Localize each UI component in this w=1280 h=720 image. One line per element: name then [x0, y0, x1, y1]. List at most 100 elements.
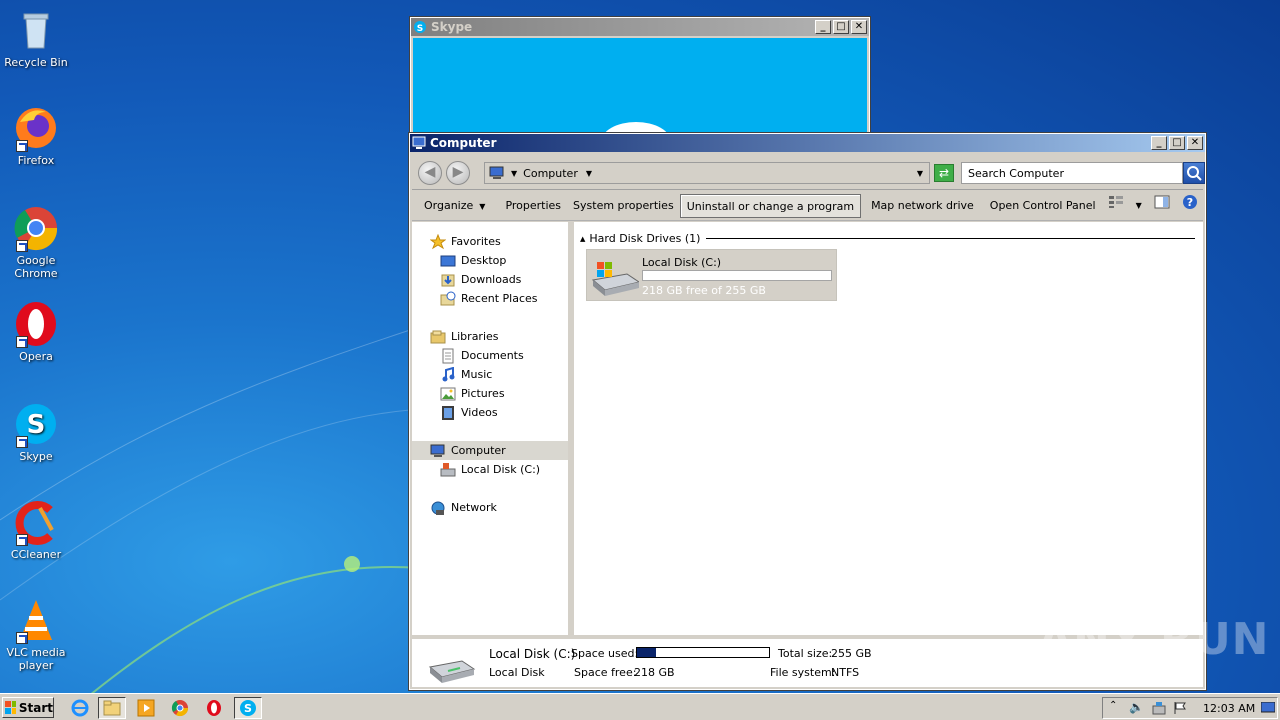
taskbar-chrome[interactable] — [166, 697, 194, 719]
taskbar-media-player[interactable] — [132, 697, 160, 719]
nav-pictures[interactable]: Pictures — [440, 384, 505, 403]
space-used-bar — [636, 647, 770, 658]
collapse-icon[interactable]: ▲ — [580, 235, 585, 243]
desktop-icon-skype[interactable]: S Skype — [0, 400, 72, 463]
breadcrumb[interactable]: Computer — [523, 167, 578, 180]
nav-label: Pictures — [461, 387, 505, 400]
minimize-button[interactable]: _ — [1151, 136, 1167, 150]
space-used-fill — [637, 648, 657, 657]
computer-icon — [430, 444, 445, 457]
maximize-button[interactable]: □ — [1169, 136, 1185, 150]
nav-favorites[interactable]: Favorites — [430, 232, 501, 251]
chrome-icon — [171, 700, 189, 717]
maximize-button[interactable]: □ — [833, 20, 849, 34]
nav-label: Favorites — [451, 235, 501, 248]
back-button[interactable]: ◀ — [418, 161, 442, 185]
refresh-button[interactable]: ⇄ — [934, 164, 954, 182]
show-hidden-icons-icon[interactable]: ⌃ — [1109, 700, 1117, 711]
organize-label: Organize — [424, 198, 474, 212]
forward-button[interactable]: ▶ — [446, 161, 470, 185]
desktop-icon-label: Firefox — [17, 154, 55, 167]
change-view-icon[interactable] — [1102, 194, 1130, 218]
watermark: ANY RUN — [1038, 614, 1270, 665]
nav-local-disk[interactable]: Local Disk (C:) — [440, 460, 540, 479]
properties-button[interactable]: Properties — [499, 194, 567, 218]
desktop-icon-opera[interactable]: Opera — [0, 300, 72, 363]
nav-network[interactable]: Network — [430, 498, 497, 517]
shortcut-arrow-icon — [16, 240, 28, 252]
drive-tile-local-disk[interactable]: Local Disk (C:) 218 GB free of 255 GB — [586, 249, 837, 301]
hard-drive-icon — [440, 462, 456, 476]
documents-icon — [442, 348, 454, 363]
opera-icon — [12, 300, 60, 348]
open-control-panel-button[interactable]: Open Control Panel — [984, 194, 1102, 218]
chrome-icon — [12, 204, 60, 252]
search-button[interactable] — [1183, 162, 1205, 184]
skype-icon: S — [240, 700, 256, 716]
hard-drive-icon — [428, 660, 476, 683]
nav-libraries[interactable]: Libraries — [430, 327, 499, 346]
nav-computer[interactable]: Computer — [412, 441, 568, 460]
computer-window[interactable]: Computer _ □ ✕ ◀ ▶ ▼ Computer ▼ ▼ ⇄ Sear… — [408, 132, 1207, 691]
skype-window[interactable]: S Skype _ □ ✕ — [409, 16, 871, 136]
taskbar-explorer[interactable] — [98, 697, 126, 719]
shortcut-arrow-icon — [16, 140, 28, 152]
taskbar-opera[interactable] — [200, 697, 228, 719]
help-icon[interactable]: ? — [1176, 194, 1204, 218]
desktop-icon-chrome[interactable]: Google Chrome — [0, 204, 72, 280]
clock[interactable]: 12:03 AM — [1203, 702, 1255, 715]
system-properties-button[interactable]: System properties — [567, 194, 680, 218]
close-button[interactable]: ✕ — [1187, 136, 1203, 150]
space-free-label: Space free: — [574, 666, 637, 679]
nav-videos[interactable]: Videos — [440, 403, 498, 422]
skype-titlebar[interactable]: S Skype _ □ ✕ — [411, 18, 869, 36]
preview-pane-icon[interactable] — [1148, 194, 1176, 218]
nav-music[interactable]: Music — [440, 365, 492, 384]
volume-icon[interactable]: 🔈 — [1129, 700, 1144, 714]
breadcrumb-separator-icon: ▼ — [511, 168, 518, 178]
nav-documents[interactable]: Documents — [440, 346, 524, 365]
organize-menu[interactable]: Organize ▼ — [418, 194, 491, 218]
star-icon — [430, 233, 446, 249]
desktop-icon-ccleaner[interactable]: CCleaner — [0, 498, 72, 561]
map-network-drive-button[interactable]: Map network drive — [865, 194, 980, 218]
nav-downloads[interactable]: Downloads — [440, 270, 521, 289]
computer-icon — [412, 136, 426, 149]
search-icon — [1187, 166, 1202, 181]
taskbar-internet-explorer[interactable] — [66, 697, 94, 719]
close-button[interactable]: ✕ — [851, 20, 867, 34]
music-icon — [442, 366, 455, 381]
internet-explorer-icon — [71, 699, 89, 717]
search-input[interactable]: Search Computer — [961, 162, 1183, 184]
address-field[interactable]: ▼ Computer ▼ ▼ — [484, 162, 930, 184]
chevron-down-icon[interactable]: ▼ — [586, 169, 592, 178]
address-bar: ◀ ▶ ▼ Computer ▼ ▼ ⇄ Search Computer — [412, 156, 1205, 190]
minimize-button[interactable]: _ — [815, 20, 831, 34]
space-free-value: 218 GB — [634, 666, 675, 679]
address-dropdown-icon[interactable]: ▼ — [917, 169, 923, 178]
total-size-label: Total size: — [778, 647, 833, 660]
desktop-icon-recycle-bin[interactable]: Recycle Bin — [0, 6, 72, 69]
computer-titlebar[interactable]: Computer _ □ ✕ — [410, 134, 1205, 152]
nav-desktop[interactable]: Desktop — [440, 251, 506, 270]
action-center-flag-icon[interactable] — [1173, 701, 1187, 718]
network-tray-icon[interactable] — [1151, 700, 1167, 719]
group-header[interactable]: ▲ Hard Disk Drives (1) — [580, 232, 1195, 245]
nav-recent-places[interactable]: Recent Places — [440, 289, 538, 308]
view-options-icon[interactable]: ▼ — [1130, 194, 1148, 218]
show-desktop-icon[interactable] — [1260, 701, 1276, 717]
group-header-label: Hard Disk Drives (1) — [589, 232, 701, 245]
desktop-icon-label: Skype — [19, 450, 53, 463]
nav-label: Downloads — [461, 273, 522, 286]
skype-content — [413, 38, 867, 134]
start-button[interactable]: Start — [2, 697, 54, 718]
firefox-icon — [12, 104, 60, 152]
desktop-icon-firefox[interactable]: Firefox — [0, 104, 72, 167]
desktop-icon-vlc[interactable]: VLC media player — [0, 596, 72, 672]
desktop-folder-icon — [440, 255, 456, 266]
nav-label: Local Disk (C:) — [461, 463, 541, 476]
taskbar-skype[interactable]: S — [234, 697, 262, 719]
uninstall-program-button[interactable]: Uninstall or change a program — [679, 193, 862, 218]
svg-text:?: ? — [1187, 196, 1193, 209]
computer-icon — [489, 166, 504, 179]
